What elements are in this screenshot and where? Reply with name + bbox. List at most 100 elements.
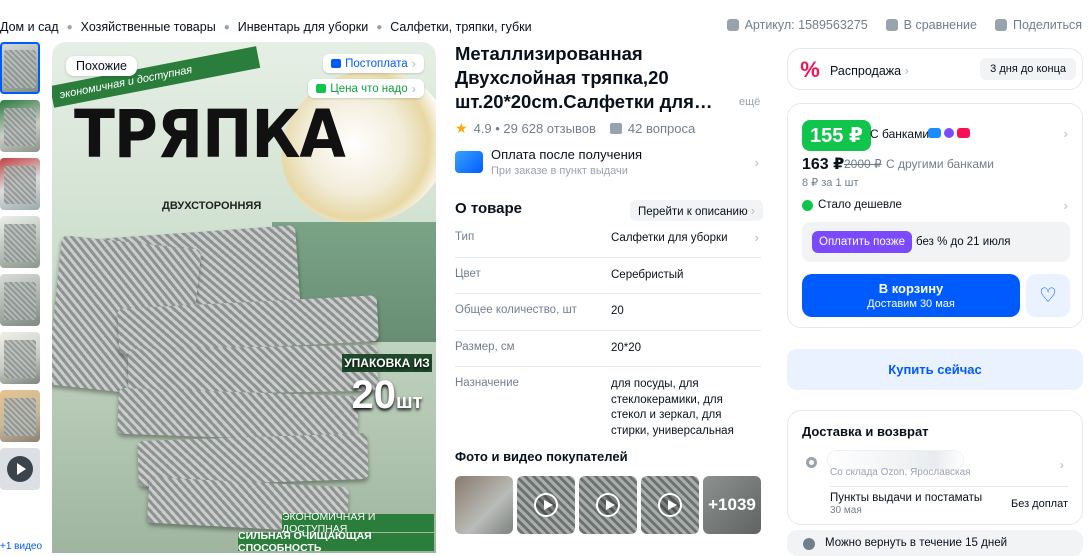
customer-photo[interactable] [455, 476, 513, 534]
thumbnail[interactable] [0, 332, 40, 384]
bank-price[interactable]: 155 ₽ [802, 120, 871, 151]
customer-video[interactable] [641, 476, 699, 534]
pickup-date: 30 мая [830, 505, 862, 516]
price-per-unit: 8 ₽ за 1 шт [802, 177, 859, 189]
price-card: 155 ₽ С банками › 163 ₽ 2000 ₽ С другими… [787, 103, 1083, 328]
breadcrumb-item[interactable]: Хозяйственные товары [81, 20, 216, 34]
thumbnail-list [0, 42, 42, 490]
breadcrumb-item[interactable]: Салфетки, тряпки, губки [390, 20, 531, 34]
play-icon [534, 493, 558, 517]
postpay-tag[interactable]: Постоплата › [323, 54, 424, 73]
title-more-link[interactable]: ещё [739, 96, 760, 108]
pickup-points[interactable]: Пункты выдачи и постаматы [830, 492, 982, 504]
breadcrumb-item[interactable]: Инвентарь для уборки [238, 20, 368, 34]
breadcrumb-separator: ● [376, 21, 383, 33]
customer-video[interactable] [517, 476, 575, 534]
chevron-right-icon: › [750, 203, 756, 218]
breadcrumb-separator: ● [223, 21, 230, 33]
question-icon [609, 123, 622, 134]
card-icon [957, 128, 970, 138]
video-count-label[interactable]: +1 видео [0, 541, 42, 552]
to-description-button[interactable]: Перейти к описанию › [630, 200, 764, 221]
thumbnail[interactable] [0, 274, 40, 326]
product-actions: Артикул: 1589563275 В сравнение Поделить… [726, 18, 1082, 32]
thumbnail[interactable] [0, 390, 40, 442]
customer-media-heading: Фото и видео покупателей [455, 449, 628, 464]
return-policy[interactable]: Можно вернуть в течение 15 дней [787, 530, 1083, 556]
attributes-table: Тип Салфетки для уборки › Цвет Серебристый … [455, 221, 761, 449]
chevron-right-icon: › [411, 81, 416, 96]
location-pin-icon [806, 457, 817, 468]
rating-row[interactable]: ★ 4.9 • 29 628 отзывов 42 вопроса [455, 120, 695, 137]
compare-button[interactable]: В сравнение [885, 18, 977, 32]
favorite-button[interactable]: ♡ [1026, 274, 1070, 317]
product-main-image[interactable]: экономичная и доступная ТРЯПКА ДВУХСТОРО… [52, 42, 436, 553]
questions-link[interactable]: 42 вопроса [628, 121, 695, 136]
compare-icon [885, 19, 898, 31]
breadcrumb-separator: ● [66, 21, 73, 33]
sale-banner[interactable]: % Распродажа › 3 дня до конца [787, 48, 1083, 90]
chevron-right-icon: › [1063, 126, 1068, 141]
thumbnail[interactable] [0, 158, 40, 210]
heart-icon: ♡ [1039, 285, 1057, 307]
breadcrumb-item[interactable]: Дом и сад [0, 20, 59, 34]
thumbnail[interactable] [0, 42, 40, 94]
about-heading: О товаре [455, 200, 523, 217]
sale-countdown: 3 дня до конца [980, 58, 1076, 80]
pay-later-text: без % до 21 июля [916, 236, 1011, 248]
breadcrumb: Дом и сад ● Хозяйственные товары ● Инвента… [0, 18, 532, 36]
thumbs-up-icon [316, 84, 327, 93]
attribute-row: Общее количество, шт 20 [455, 294, 761, 331]
attribute-row: Назначение для посуды, для стеклокерамики… [455, 377, 734, 437]
product-title: Металлизированная Двухслойная тряпка,20 … [455, 43, 713, 112]
good-price-tag[interactable]: Цена что надо › [308, 79, 424, 98]
bank-icons [928, 128, 970, 138]
play-icon [658, 493, 682, 517]
pay-after-receipt[interactable]: Оплата после получения При заказе в пунк… [455, 147, 761, 183]
similar-button[interactable]: Похожие [66, 56, 138, 76]
image-two-sided-label: ДВУХСТОРОННЯЯ [162, 200, 262, 212]
chat-icon [726, 19, 739, 31]
thumbnail[interactable] [0, 216, 40, 268]
chevron-right-icon: › [754, 155, 759, 170]
image-strip: СИЛЬНАЯ ОЧИЩАЮЩАЯ СПОСОБНОСТЬ [238, 530, 434, 553]
share-button[interactable]: Поделиться [994, 18, 1082, 32]
bank-icon [944, 128, 954, 138]
delivery-heading: Доставка и возврат [802, 424, 929, 439]
arrow-down-icon [802, 199, 813, 211]
pay-later-button[interactable]: Оплатить позже [812, 231, 913, 253]
chevron-right-icon: › [904, 63, 909, 78]
price-dropped[interactable]: Стало дешевле [802, 199, 902, 211]
image-pack-label: УПАКОВКА ИЗ 20шт [342, 354, 432, 425]
return-icon [803, 538, 815, 550]
more-media-button[interactable]: +1039 [703, 476, 761, 534]
play-icon [596, 493, 620, 517]
image-headline: ТРЯПКА [74, 96, 346, 174]
chevron-right-icon: › [411, 56, 416, 71]
customer-video[interactable] [579, 476, 637, 534]
bank-price-label: С банками [870, 127, 930, 141]
chevron-right-icon: › [1063, 198, 1068, 213]
thumbnail[interactable] [0, 100, 40, 152]
play-icon [7, 456, 33, 482]
rating-text: 4.9 • 29 628 отзывов [473, 121, 596, 136]
pickup-cost: Без доплат [1010, 498, 1068, 510]
truck-icon [331, 59, 342, 68]
old-price: 2000 ₽ [844, 157, 882, 171]
video-thumbnail[interactable] [0, 448, 40, 490]
customer-media-list: +1039 [455, 476, 761, 534]
chevron-right-icon: › [754, 230, 759, 245]
card-icon [455, 151, 483, 173]
share-icon [994, 19, 1007, 31]
attribute-row: Тип Салфетки для уборки › [455, 221, 761, 258]
other-banks-label: С другими банками [886, 157, 994, 171]
percent-icon: % [798, 58, 822, 82]
pay-later-block[interactable]: Оплатить позже без % до 21 июля [802, 222, 1070, 262]
buy-now-button[interactable]: Купить сейчас [787, 349, 1083, 390]
chevron-right-icon: › [1059, 457, 1064, 472]
ozon-bank-icon [928, 128, 941, 138]
add-to-cart-button[interactable]: В корзину Доставим 30 мая [802, 274, 1020, 317]
warehouse-label: Со склада Ozon, Ярославская [830, 467, 971, 478]
article-number[interactable]: Артикул: 1589563275 [726, 18, 868, 32]
star-icon: ★ [455, 120, 468, 136]
